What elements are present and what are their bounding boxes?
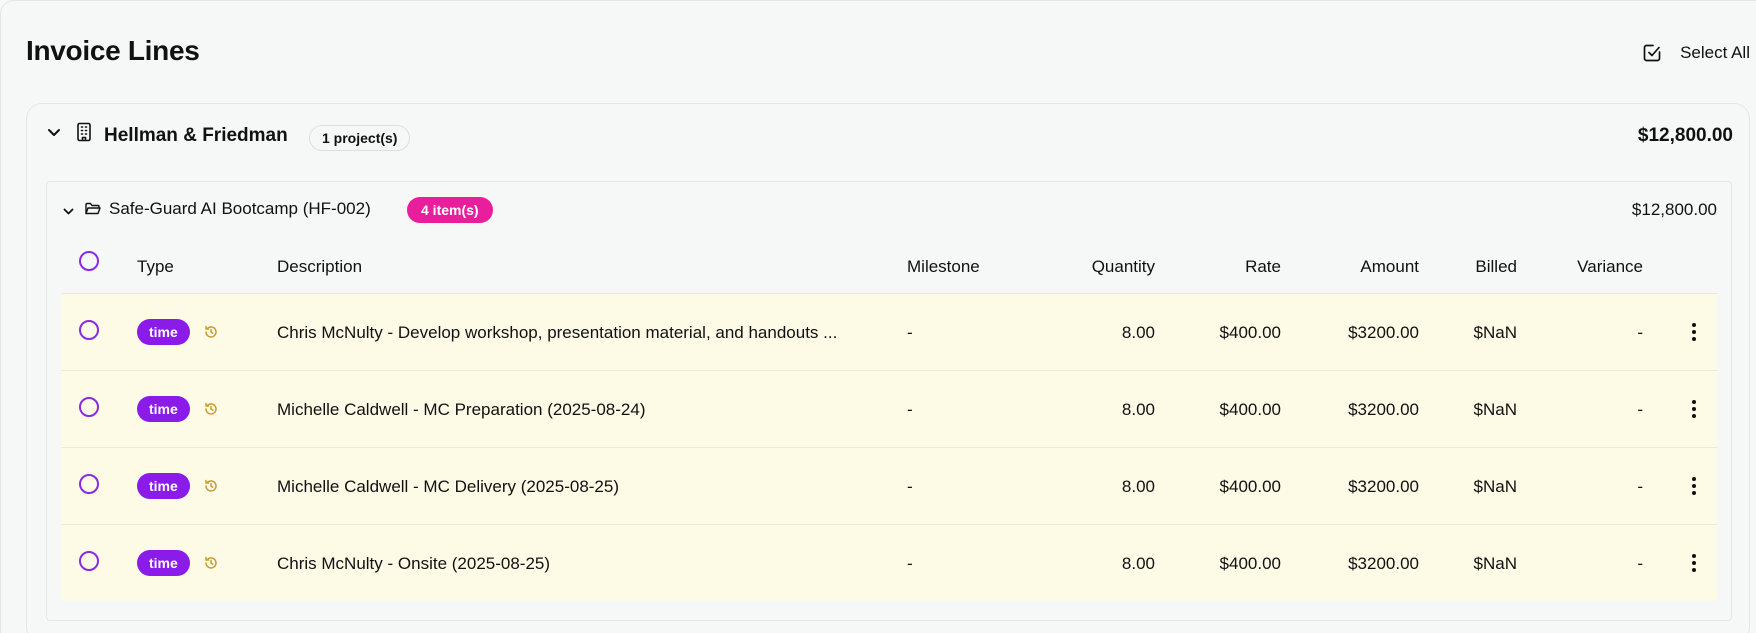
project-total: $12,800.00 — [1631, 200, 1717, 219]
table-row[interactable]: time Michelle Caldwell - MC Preparation … — [61, 370, 1717, 447]
row-milestone: - — [907, 323, 913, 342]
more-vertical-icon[interactable] — [1691, 322, 1697, 342]
row-billed: $NaN — [1473, 554, 1517, 573]
client-header[interactable]: Hellman & Friedman 1 project(s) $12,800.… — [27, 104, 1749, 160]
more-vertical-icon[interactable] — [1691, 476, 1697, 496]
row-rate: $400.00 — [1219, 554, 1281, 573]
header-quantity: Quantity — [1091, 257, 1155, 276]
row-milestone: - — [907, 400, 913, 419]
type-badge: time — [137, 319, 190, 345]
invoice-lines-panel: Invoice Lines Select All Hellman & Fried… — [0, 0, 1756, 633]
row-milestone: - — [907, 477, 913, 496]
row-description: Chris McNulty - Develop workshop, presen… — [277, 323, 838, 342]
row-variance: - — [1637, 400, 1643, 419]
row-amount: $3200.00 — [1348, 323, 1419, 342]
project-group: Safe-Guard AI Bootcamp (HF-002) 4 item(s… — [46, 181, 1732, 621]
item-count-badge: 4 item(s) — [407, 197, 493, 223]
row-description: Chris McNulty - Onsite (2025-08-25) — [277, 554, 551, 573]
row-amount: $3200.00 — [1348, 554, 1419, 573]
header-type: Type — [137, 257, 174, 276]
history-icon[interactable] — [204, 479, 218, 493]
row-billed: $NaN — [1473, 477, 1517, 496]
project-count-badge: 1 project(s) — [309, 125, 411, 151]
row-select-radio[interactable] — [79, 474, 99, 494]
row-billed: $NaN — [1473, 400, 1517, 419]
row-quantity: 8.00 — [1121, 554, 1155, 573]
row-quantity: 8.00 — [1121, 400, 1155, 419]
type-badge: time — [137, 473, 190, 499]
row-quantity: 8.00 — [1121, 477, 1155, 496]
page-title: Invoice Lines — [26, 35, 200, 66]
row-quantity: 8.00 — [1121, 323, 1155, 342]
folder-icon — [85, 202, 101, 215]
type-badge: time — [137, 550, 190, 576]
more-vertical-icon[interactable] — [1691, 553, 1697, 573]
header-milestone: Milestone — [907, 257, 980, 276]
chevron-down-icon[interactable] — [47, 128, 61, 138]
table-row[interactable]: time Michelle Caldwell - MC Delivery (20… — [61, 447, 1717, 524]
row-billed: $NaN — [1473, 323, 1517, 342]
invoice-lines-table: Type Description Milestone Quantity Rate… — [61, 237, 1717, 601]
row-select-radio[interactable] — [79, 320, 99, 340]
type-badge: time — [137, 396, 190, 422]
header-amount: Amount — [1360, 257, 1419, 276]
row-select-radio[interactable] — [79, 551, 99, 571]
project-name: Safe-Guard AI Bootcamp (HF-002) — [109, 199, 371, 218]
row-rate: $400.00 — [1219, 477, 1281, 496]
header-billed: Billed — [1475, 257, 1517, 276]
select-all-rows-radio[interactable] — [79, 251, 99, 271]
row-variance: - — [1637, 477, 1643, 496]
select-all-label: Select All — [1680, 43, 1750, 62]
history-icon[interactable] — [204, 402, 218, 416]
row-milestone: - — [907, 554, 913, 573]
row-description: Michelle Caldwell - MC Delivery (2025-08… — [277, 477, 620, 496]
header-variance: Variance — [1577, 257, 1643, 276]
checkbox-icon — [1643, 44, 1661, 62]
row-variance: - — [1637, 554, 1643, 573]
select-all-button[interactable]: Select All — [1642, 41, 1750, 65]
row-description: Michelle Caldwell - MC Preparation (2025… — [277, 400, 646, 419]
table-row[interactable]: time Chris McNulty - Onsite (2025-08-25)… — [61, 524, 1717, 601]
row-rate: $400.00 — [1219, 400, 1281, 419]
row-amount: $3200.00 — [1348, 477, 1419, 496]
header-rate: Rate — [1245, 257, 1281, 276]
client-group: Hellman & Friedman 1 project(s) $12,800.… — [26, 103, 1750, 633]
more-vertical-icon[interactable] — [1691, 399, 1697, 419]
row-variance: - — [1637, 323, 1643, 342]
row-amount: $3200.00 — [1348, 400, 1419, 419]
building-icon — [77, 122, 91, 142]
client-name: Hellman & Friedman — [104, 125, 288, 146]
header-description: Description — [277, 257, 363, 276]
table-header: Type Description Milestone Quantity Rate… — [61, 237, 1717, 293]
row-select-radio[interactable] — [79, 397, 99, 417]
history-icon[interactable] — [204, 325, 218, 339]
chevron-down-icon[interactable] — [63, 208, 74, 216]
row-rate: $400.00 — [1219, 323, 1281, 342]
history-icon[interactable] — [204, 556, 218, 570]
table-row[interactable]: time Chris McNulty - Develop workshop, p… — [61, 293, 1717, 370]
client-total: $12,800.00 — [1637, 125, 1733, 146]
